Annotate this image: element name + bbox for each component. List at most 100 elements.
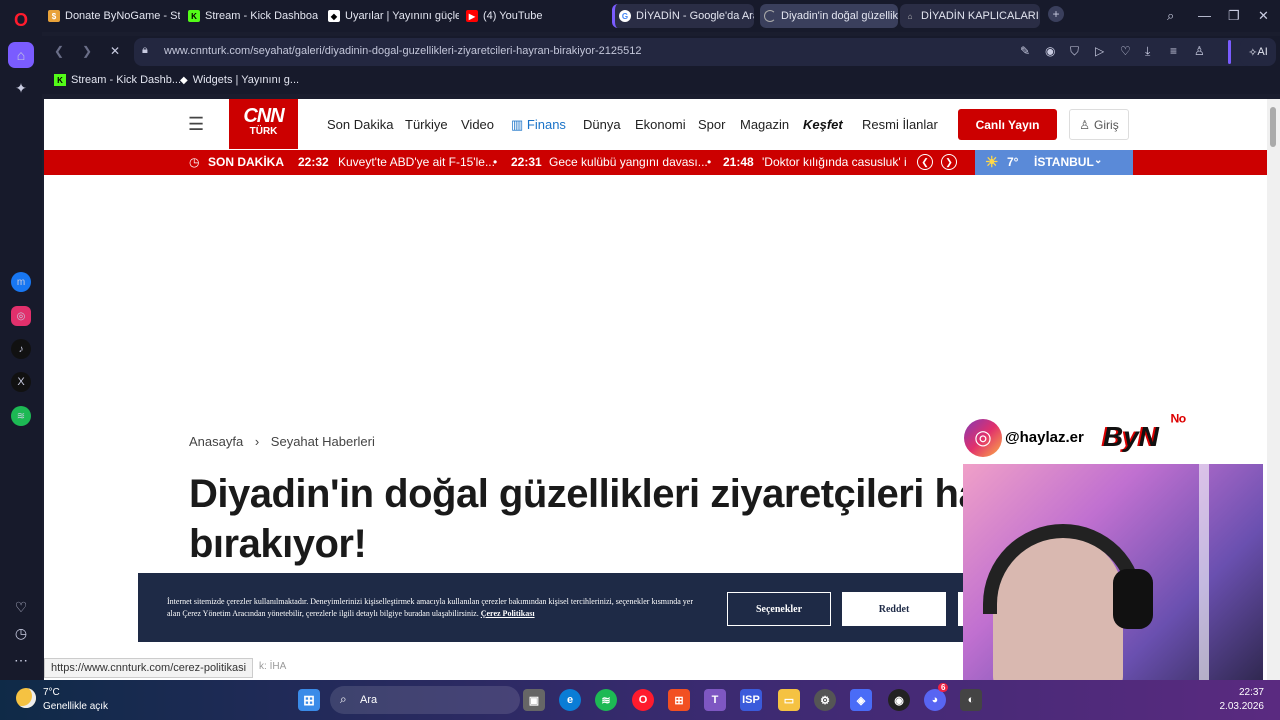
spotify-icon[interactable]: ≋: [11, 406, 31, 426]
discord-icon[interactable]: ◕ 6: [924, 683, 949, 711]
breaking-time: 22:32: [298, 155, 329, 169]
settings-icon[interactable]: ⚙: [814, 689, 836, 711]
breaking-headline[interactable]: Gece kulübü yangını davası...: [549, 155, 708, 169]
ai-sparkle-icon: ✧: [1248, 46, 1258, 59]
more-icon[interactable]: ⋯: [9, 648, 33, 672]
file-explorer-icon[interactable]: ▭: [778, 689, 800, 711]
app-isp-icon[interactable]: ISP: [740, 689, 762, 711]
windows-taskbar: 7°C Genellikle açık ⊞ ⌕ Ara ▣ e ≋ O ⊞ T …: [0, 680, 1280, 720]
store-icon[interactable]: ⊞: [668, 689, 690, 711]
stream-overlay: ◎ @haylaz.er ByN ᴺᵒ: [963, 411, 1263, 680]
opera-logo-icon[interactable]: O: [9, 8, 33, 32]
bookmark-widgets[interactable]: ◆ Widgets | Yayınını g...: [180, 74, 299, 86]
weather-widget[interactable]: ☀ 7° İSTANBUL ⌄: [975, 150, 1133, 175]
breaking-headline[interactable]: 'Doktor kılığında casusluk' i: [762, 155, 907, 169]
task-view-icon[interactable]: ▣: [523, 689, 545, 711]
stop-loading-icon[interactable]: ✕: [110, 44, 120, 58]
taskbar-search[interactable]: ⌕ Ara: [330, 686, 520, 714]
bookmarks-bar: K Stream - Kick Dashb... ◆ Widgets | Yayın…: [42, 68, 1280, 94]
app-icon[interactable]: ◈: [850, 689, 872, 711]
scroll-thumb[interactable]: [1270, 107, 1276, 147]
login-button[interactable]: ♙ Giriş: [1069, 109, 1129, 140]
next-arrow-icon[interactable]: ❯: [941, 154, 957, 170]
instagram-icon[interactable]: ◎: [11, 306, 31, 326]
tab-uyarilar[interactable]: ◆Uyarılar | Yayınını güçlend: [324, 4, 459, 28]
nav-dunya[interactable]: Dünya: [583, 117, 621, 132]
windows-start-icon[interactable]: ⊞: [298, 689, 320, 711]
x-twitter-icon[interactable]: X: [11, 372, 31, 392]
cookie-reject-button[interactable]: Reddet: [842, 592, 946, 626]
tab-google-search[interactable]: G DİYADİN - Google'da Ara: [612, 4, 754, 28]
nav-video[interactable]: Video: [461, 117, 494, 132]
messenger-icon[interactable]: m: [11, 272, 31, 292]
camera-icon[interactable]: ◉: [1045, 44, 1055, 58]
home-icon[interactable]: ⌂: [8, 42, 34, 68]
nav-magazin[interactable]: Magazin: [740, 117, 789, 132]
teams-icon[interactable]: T: [704, 689, 726, 711]
tab-donate[interactable]: $Donate ByNoGame - Strea: [44, 4, 180, 28]
heart-icon[interactable]: ♡: [9, 595, 33, 619]
tab-youtube[interactable]: ▶ (4) YouTube: [462, 4, 572, 28]
play-icon[interactable]: ▷: [1095, 44, 1104, 58]
page-scrollbar[interactable]: [1267, 99, 1280, 680]
opera-icon[interactable]: O: [632, 689, 654, 711]
ai-button[interactable]: ✧ AI: [1240, 38, 1276, 66]
nav-resmi-ilanlar[interactable]: Resmi İlanlar: [862, 117, 938, 132]
tiktok-icon[interactable]: ♪: [11, 339, 31, 359]
instagram-handle: @haylaz.er: [1005, 429, 1084, 446]
cnn-turk-logo[interactable]: CNN TÜRK: [229, 99, 298, 149]
kick-icon: K: [54, 74, 66, 86]
nav-spor[interactable]: Spor: [698, 117, 725, 132]
download-icon[interactable]: ⤓: [1145, 44, 1150, 59]
obs-icon[interactable]: ◉: [888, 689, 910, 711]
cookie-message: İnternet sitemizde çerezler kullanılmakt…: [167, 597, 694, 618]
cookie-policy-link[interactable]: Çerez Politikası: [481, 609, 535, 618]
history-icon[interactable]: ◷: [9, 621, 33, 645]
search-icon: ⌕: [340, 692, 347, 706]
spotify-icon[interactable]: ≋: [595, 689, 617, 711]
edit-icon[interactable]: ✎: [1020, 44, 1030, 58]
close-icon[interactable]: ✕: [1258, 8, 1269, 24]
menu-search-icon[interactable]: ☰: [188, 114, 204, 135]
nav-turkiye[interactable]: Türkiye: [405, 117, 448, 132]
bookmark-heart-icon[interactable]: ♡: [1120, 44, 1131, 58]
brand-decoration: ᴺᵒ: [1171, 411, 1187, 431]
nav-ekonomi[interactable]: Ekonomi: [635, 117, 686, 132]
clock[interactable]: 22:37: [1222, 687, 1264, 698]
pinboard-icon[interactable]: ✦: [9, 76, 33, 100]
status-url-tooltip: https://www.cnnturk.com/cerez-politikasi: [44, 658, 254, 678]
nav-kesfet[interactable]: Keşfet: [803, 117, 843, 132]
profile-icon[interactable]: ♙: [1194, 44, 1205, 58]
breadcrumb-category[interactable]: Seyahat Haberleri: [271, 434, 375, 449]
prev-arrow-icon[interactable]: ❮: [917, 154, 933, 170]
breaking-label: SON DAKİKA: [208, 155, 285, 169]
tab-search-icon[interactable]: ⌕: [1167, 8, 1174, 24]
breadcrumb-home[interactable]: Anasayfa: [189, 434, 243, 449]
restore-icon[interactable]: ❐: [1228, 8, 1240, 24]
game-icon[interactable]: ◐: [960, 689, 982, 711]
minimize-icon[interactable]: —: [1198, 8, 1211, 23]
loading-icon: [764, 10, 776, 22]
sun-icon: ☀: [985, 154, 999, 171]
back-icon[interactable]: ❮: [54, 44, 64, 58]
shield-icon[interactable]: ⛉: [1070, 44, 1079, 59]
user-icon: ♙: [1079, 117, 1091, 132]
cookie-banner: İnternet sitemizde çerezler kullanılmakt…: [138, 573, 998, 642]
live-broadcast-button[interactable]: Canlı Yayın: [958, 109, 1057, 140]
cookie-options-button[interactable]: Seçenekler: [727, 592, 831, 626]
edge-icon[interactable]: e: [559, 689, 581, 711]
weather-moon-icon[interactable]: [16, 688, 36, 708]
breaking-headline[interactable]: Kuveyt'te ABD'ye ait F-15'le...: [338, 155, 495, 169]
date[interactable]: 2.03.2026: [1212, 701, 1265, 712]
nav-son-dakika[interactable]: Son Dakika: [327, 117, 393, 132]
new-tab-plus-icon[interactable]: +: [1048, 6, 1064, 22]
tab-diyadin-article[interactable]: Diyadin'in doğal güzellikle: [760, 4, 898, 28]
url-field[interactable]: 🔒︎ www.cnnturk.com/seyahat/galeri/diyadi…: [134, 38, 1264, 66]
menu-icon[interactable]: ≡: [1170, 44, 1177, 58]
nav-finans[interactable]: ▥ Finans: [511, 117, 566, 133]
coin-icon: $: [48, 10, 60, 22]
forward-icon[interactable]: ❯: [82, 44, 92, 58]
tab-kick-dashboard[interactable]: K Stream - Kick Dashboard: [184, 4, 318, 28]
bookmark-kick[interactable]: K Stream - Kick Dashb...: [54, 74, 181, 86]
tab-diyadin-kaplicalari[interactable]: ⌂DİYADİN KAPLICALARI | K: [900, 4, 1040, 28]
